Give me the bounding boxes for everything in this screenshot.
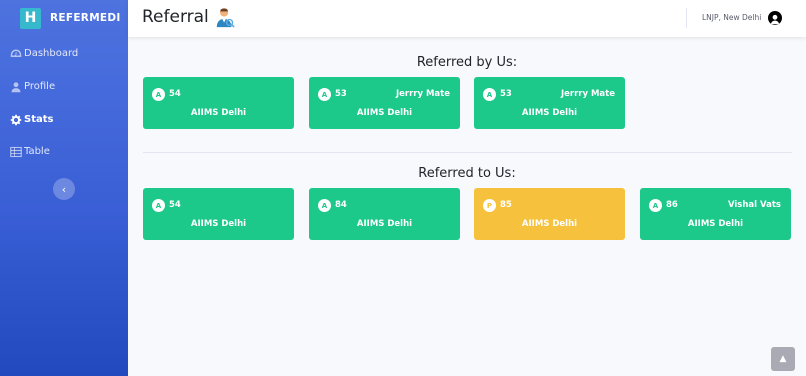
status-badge: A [152, 199, 165, 212]
sidebar-item-label: Stats [24, 114, 54, 125]
user-icon [9, 80, 22, 93]
status-badge: P [483, 199, 496, 212]
doctor-icon [216, 8, 235, 28]
page-title-text: Referral [142, 7, 209, 27]
referral-card[interactable]: A 53 Jerrry Mate AIIMS Delhi [309, 77, 460, 129]
referred-by-title: Referred by Us: [416, 55, 518, 70]
sidebar-item-stats[interactable]: Stats [9, 113, 53, 126]
status-badge: A [318, 88, 331, 101]
referral-number: 54 [169, 200, 181, 210]
referred-to-title: Referred to Us: [418, 166, 516, 181]
user-avatar[interactable] [768, 11, 782, 25]
brand-logo: H [20, 7, 41, 29]
patient-name: Jerrry Mate [395, 89, 450, 99]
referral-card[interactable]: A 54 AIIMS Delhi [143, 188, 294, 240]
sidebar-toggle-button[interactable]: ‹ [53, 178, 75, 200]
status-badge: A [318, 199, 331, 212]
brand-name: REFERMEDI [50, 12, 121, 24]
referral-number: 54 [169, 89, 181, 99]
scroll-to-top-button[interactable]: ▲ [771, 347, 795, 371]
patient-name: Jerrry Mate [560, 89, 615, 99]
avatar-icon [770, 14, 780, 25]
gear-icon [9, 113, 22, 126]
topbar-divider [686, 8, 687, 28]
status-badge: A [649, 199, 662, 212]
referral-card[interactable]: A 84 AIIMS Delhi [309, 188, 460, 240]
sidebar-item-profile[interactable]: Profile [9, 80, 55, 93]
user-name[interactable]: LNJP, New Delhi [702, 13, 761, 22]
sidebar-item-label: Dashboard [24, 48, 79, 59]
hospital-name: AIIMS Delhi [521, 219, 578, 229]
hospital-name: AIIMS Delhi [356, 108, 413, 118]
sidebar-item-label: Profile [24, 81, 56, 92]
sidebar-item-table[interactable]: Table [9, 145, 50, 158]
hospital-name: AIIMS Delhi [687, 219, 744, 229]
hospital-name: AIIMS Delhi [521, 108, 578, 118]
patient-name: Vishal Vats [727, 200, 781, 210]
referral-card[interactable]: A 54 AIIMS Delhi [143, 77, 294, 129]
referral-number: 86 [666, 200, 678, 210]
page-title: Referral [142, 6, 236, 28]
status-badge: A [483, 88, 496, 101]
referral-number: 53 [500, 89, 512, 99]
section-divider [143, 152, 792, 153]
hospital-name: AIIMS Delhi [190, 108, 247, 118]
table-icon [9, 145, 22, 158]
referral-card[interactable]: A 53 Jerrry Mate AIIMS Delhi [474, 77, 625, 129]
referral-card[interactable]: P 85 AIIMS Delhi [474, 188, 625, 240]
topbar: Referral LNJP, New Delhi [128, 0, 806, 37]
status-badge: A [152, 88, 165, 101]
sidebar: H REFERMEDI Dashboard Profile Stats Tabl… [0, 0, 128, 376]
brand[interactable]: H REFERMEDI [20, 7, 121, 29]
sidebar-item-label: Table [24, 146, 50, 157]
referral-card[interactable]: A 86 Vishal Vats AIIMS Delhi [640, 188, 791, 240]
dashboard-icon [9, 47, 22, 60]
referral-number: 85 [500, 200, 512, 210]
sidebar-item-dashboard[interactable]: Dashboard [9, 47, 78, 60]
referral-number: 53 [335, 89, 347, 99]
hospital-name: AIIMS Delhi [190, 219, 247, 229]
referral-number: 84 [335, 200, 347, 210]
hospital-name: AIIMS Delhi [356, 219, 413, 229]
